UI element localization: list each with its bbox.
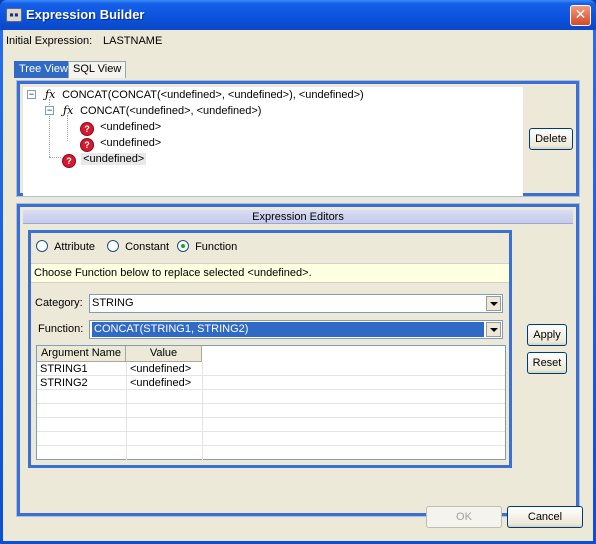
tree-view-panel: − ƒx CONCAT(CONCAT(<undefined>, <undefin… <box>16 80 580 197</box>
expression-builder-window: ▪▪ Expression Builder ✕ Initial Expressi… <box>0 0 596 544</box>
tree-node[interactable]: ? <undefined> <box>81 119 161 135</box>
app-icon: ▪▪ <box>6 8 22 22</box>
undefined-icon: ? <box>81 123 93 135</box>
tree-node-selected[interactable]: ? <undefined> <box>63 151 147 167</box>
table-row-empty <box>37 418 505 432</box>
undefined-icon: ? <box>81 139 93 151</box>
table-row[interactable]: STRING2 <undefined> <box>37 376 505 390</box>
tree-node-label: <undefined> <box>100 137 162 149</box>
title-bar[interactable]: ▪▪ Expression Builder ✕ <box>0 0 596 30</box>
radio-label: Function <box>195 241 238 253</box>
tab-sql-view[interactable]: SQL View <box>68 61 127 78</box>
argument-name-cell: STRING1 <box>40 363 88 375</box>
collapse-toggle[interactable]: − <box>45 106 54 115</box>
argument-name-cell: STRING2 <box>40 377 88 389</box>
tree-node-label: CONCAT(CONCAT(<undefined>, <undefined>),… <box>62 89 364 101</box>
radio-button[interactable] <box>107 240 119 252</box>
table-row[interactable]: STRING1 <undefined> <box>37 362 505 376</box>
chevron-down-icon[interactable] <box>486 296 501 311</box>
function-editor: Attribute Constant Function Choose Funct… <box>28 230 512 468</box>
tree-node[interactable]: ƒx CONCAT(<undefined>, <undefined>) <box>63 103 261 119</box>
window-title: Expression Builder <box>26 7 145 22</box>
initial-expression-value: LASTNAME <box>103 35 163 47</box>
arguments-table[interactable]: Argument Name Value STRING1 <undefined> … <box>36 345 506 461</box>
function-icon: ƒx <box>45 88 56 101</box>
radio-button[interactable] <box>36 240 48 252</box>
function-dropdown[interactable]: CONCAT(STRING1, STRING2) <box>89 320 503 339</box>
function-value: CONCAT(STRING1, STRING2) <box>92 322 484 337</box>
category-label: Category: <box>35 297 83 309</box>
table-row-empty <box>37 390 505 404</box>
column-header-value[interactable]: Value <box>126 346 202 362</box>
table-row-empty <box>37 432 505 446</box>
initial-expression-label: Initial Expression: <box>6 35 93 47</box>
cancel-button[interactable]: Cancel <box>507 506 583 528</box>
argument-value-cell[interactable]: <undefined> <box>127 362 191 376</box>
radio-function[interactable]: Function <box>177 240 237 253</box>
category-dropdown[interactable]: STRING <box>89 294 503 313</box>
close-button[interactable]: ✕ <box>570 5 591 26</box>
tree-node-label: <undefined> <box>81 153 147 165</box>
function-icon: ƒx <box>63 104 74 117</box>
chevron-down-icon[interactable] <box>486 322 501 337</box>
radio-attribute[interactable]: Attribute <box>36 240 95 253</box>
hint-text: Choose Function below to replace selecte… <box>31 263 509 283</box>
expression-tree[interactable]: − ƒx CONCAT(CONCAT(<undefined>, <undefin… <box>23 87 523 196</box>
tree-node-label: CONCAT(<undefined>, <undefined>) <box>80 105 262 117</box>
dialog-body: Initial Expression: LASTNAME Tree View S… <box>3 30 593 541</box>
reset-button[interactable]: Reset <box>527 352 567 374</box>
radio-button-checked[interactable] <box>177 240 189 252</box>
category-value: STRING <box>92 297 134 309</box>
ok-button[interactable]: OK <box>426 506 502 528</box>
undefined-icon: ? <box>63 155 75 167</box>
function-label: Function: <box>38 323 84 335</box>
tree-connector <box>49 157 61 158</box>
argument-value-cell[interactable]: <undefined> <box>127 376 191 390</box>
tree-node[interactable]: ƒx CONCAT(CONCAT(<undefined>, <undefined… <box>45 87 364 103</box>
table-row-empty <box>37 404 505 418</box>
tab-tree-view[interactable]: Tree View <box>14 61 73 78</box>
apply-button[interactable]: Apply <box>527 324 567 346</box>
tree-node-label: <undefined> <box>100 121 162 133</box>
tree-node[interactable]: ? <undefined> <box>81 135 161 151</box>
expression-editors-header: Expression Editors <box>23 210 573 224</box>
radio-label: Constant <box>125 241 170 253</box>
delete-button[interactable]: Delete <box>529 128 573 150</box>
radio-label: Attribute <box>54 241 96 253</box>
column-header-argument-name[interactable]: Argument Name <box>37 346 126 362</box>
collapse-toggle[interactable]: − <box>27 90 36 99</box>
radio-constant[interactable]: Constant <box>107 240 169 253</box>
